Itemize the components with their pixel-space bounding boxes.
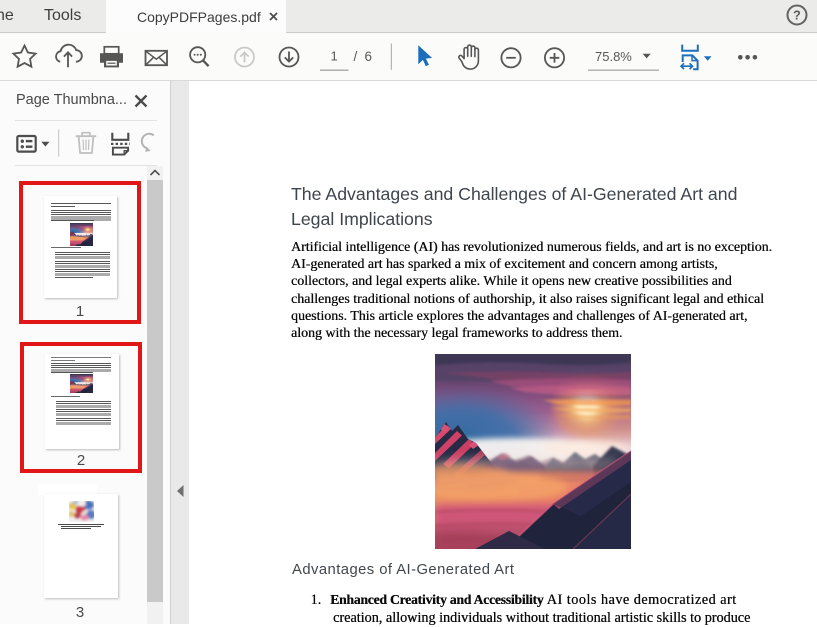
svg-text:75.8%: 75.8% [595, 49, 632, 64]
svg-text:/: / [354, 49, 358, 64]
svg-text:?: ? [793, 9, 801, 23]
svg-text:1: 1 [331, 49, 338, 64]
svg-text:6: 6 [365, 49, 373, 64]
